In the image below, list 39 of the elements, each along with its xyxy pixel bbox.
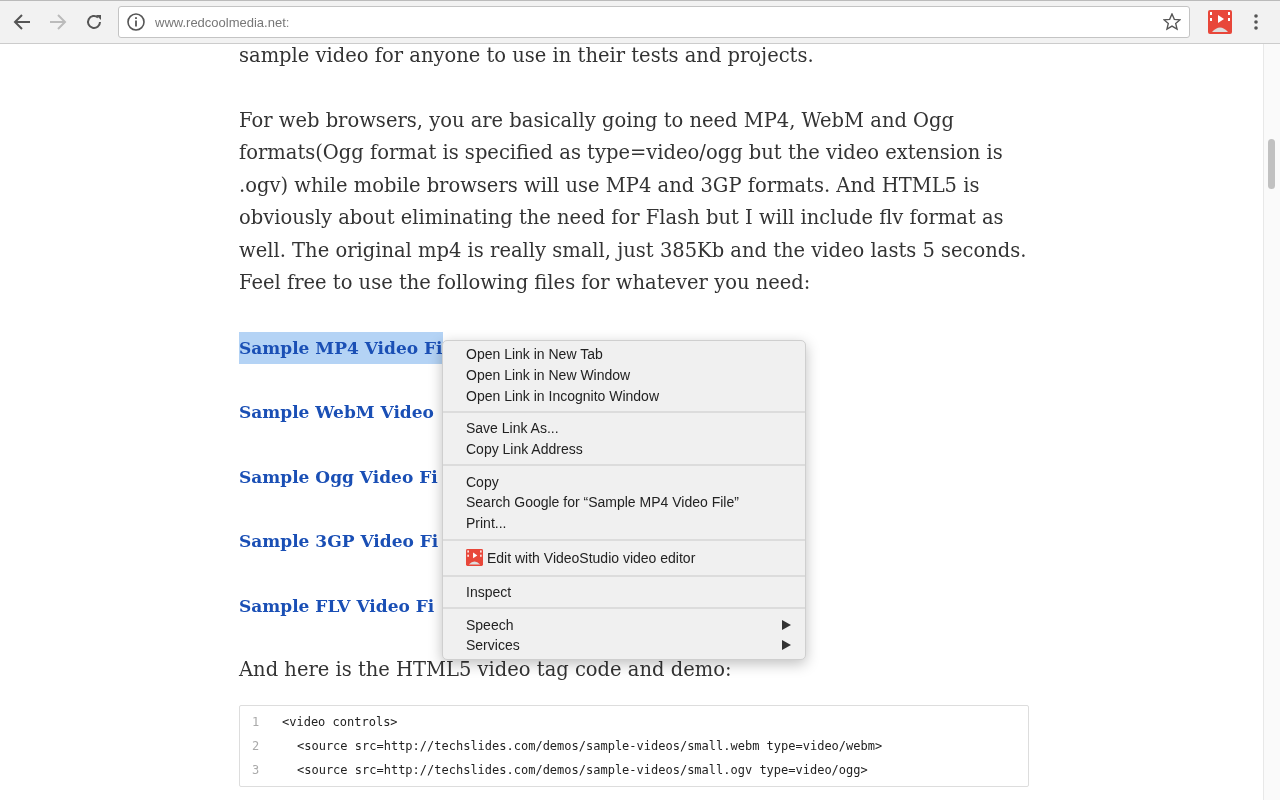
video-link[interactable]: Sample Ogg Video Fi	[239, 460, 438, 493]
video-link[interactable]: Sample FLV Video Fi	[239, 589, 435, 622]
menu-item[interactable]: Print...	[443, 512, 805, 534]
paragraph: For web browsers, you are basically going to need MP4, WebM and Ogg formats(Ogg format is specified as type=video/ogg but the video extension is .ogv) while mobile browsers will use MP4 and 3GP formats. And HTML5 is obviously about eliminating the need for Flash but I will include flv format as well. The original mp4 is really small, just 385Kb and the video lasts 5 seconds. Feel free to use the following files for whatever you need:	[239, 107, 1028, 296]
code-line: <source src=http://techslides.com/demos/sample-videos/small.ogv type=video/ogg>	[296, 762, 868, 777]
line-number: 2	[251, 738, 261, 753]
video-link[interactable]: Sample 3GP Video Fi	[239, 525, 439, 558]
paragraph: sample video for anyone to use in their tests and projects.	[239, 44, 815, 69]
paragraph: And here is the HTML5 video tag code and demo:	[239, 657, 733, 683]
scrollbar[interactable]	[1263, 44, 1280, 800]
menu-item[interactable]: Copy Link Address	[443, 438, 805, 460]
menu-item[interactable]: Open Link in New Tab	[443, 344, 805, 365]
code-line: <video controls>	[282, 714, 398, 729]
menu-item[interactable]: Open Link in New Window	[443, 364, 805, 386]
menu-item[interactable]: Inspect	[443, 581, 805, 603]
menu-item[interactable]: Copy	[443, 471, 805, 493]
menu-item[interactable]: Save Link As...	[443, 418, 805, 439]
menu-item[interactable]: Services	[443, 634, 805, 656]
code-line: <source src=http://techslides.com/demos/sample-videos/small.webm type=video/webm>	[296, 738, 883, 753]
line-number: 1	[251, 714, 261, 729]
video-link[interactable]: Sample WebM Video	[239, 396, 434, 429]
menu-item[interactable]: Open Link in Incognito Window	[443, 385, 805, 407]
menu-item[interactable]: Speech	[443, 614, 805, 635]
line-number: 3	[251, 762, 261, 777]
back-arrow-icon	[13, 14, 31, 30]
submenu-arrow-icon	[782, 640, 791, 651]
submenu-arrow-icon	[782, 619, 791, 630]
menu-icon	[1254, 14, 1258, 30]
reload-icon	[85, 13, 103, 31]
film-app-icon	[1208, 10, 1232, 34]
address-bar[interactable]: www.redcoolmedia.net:	[118, 6, 1190, 38]
video-link[interactable]: Sample MP4 Video Fi	[239, 331, 443, 364]
url-text: www.redcoolmedia.net:	[155, 14, 291, 30]
star-icon[interactable]	[1163, 13, 1181, 31]
menu-item[interactable]: Edit with VideoStudio video editor	[443, 545, 805, 570]
menu-item[interactable]: Search Google for “Sample MP4 Video File”	[443, 492, 805, 513]
info-icon	[127, 13, 145, 31]
forward-arrow-icon	[49, 14, 67, 30]
film-app-icon	[466, 549, 483, 566]
